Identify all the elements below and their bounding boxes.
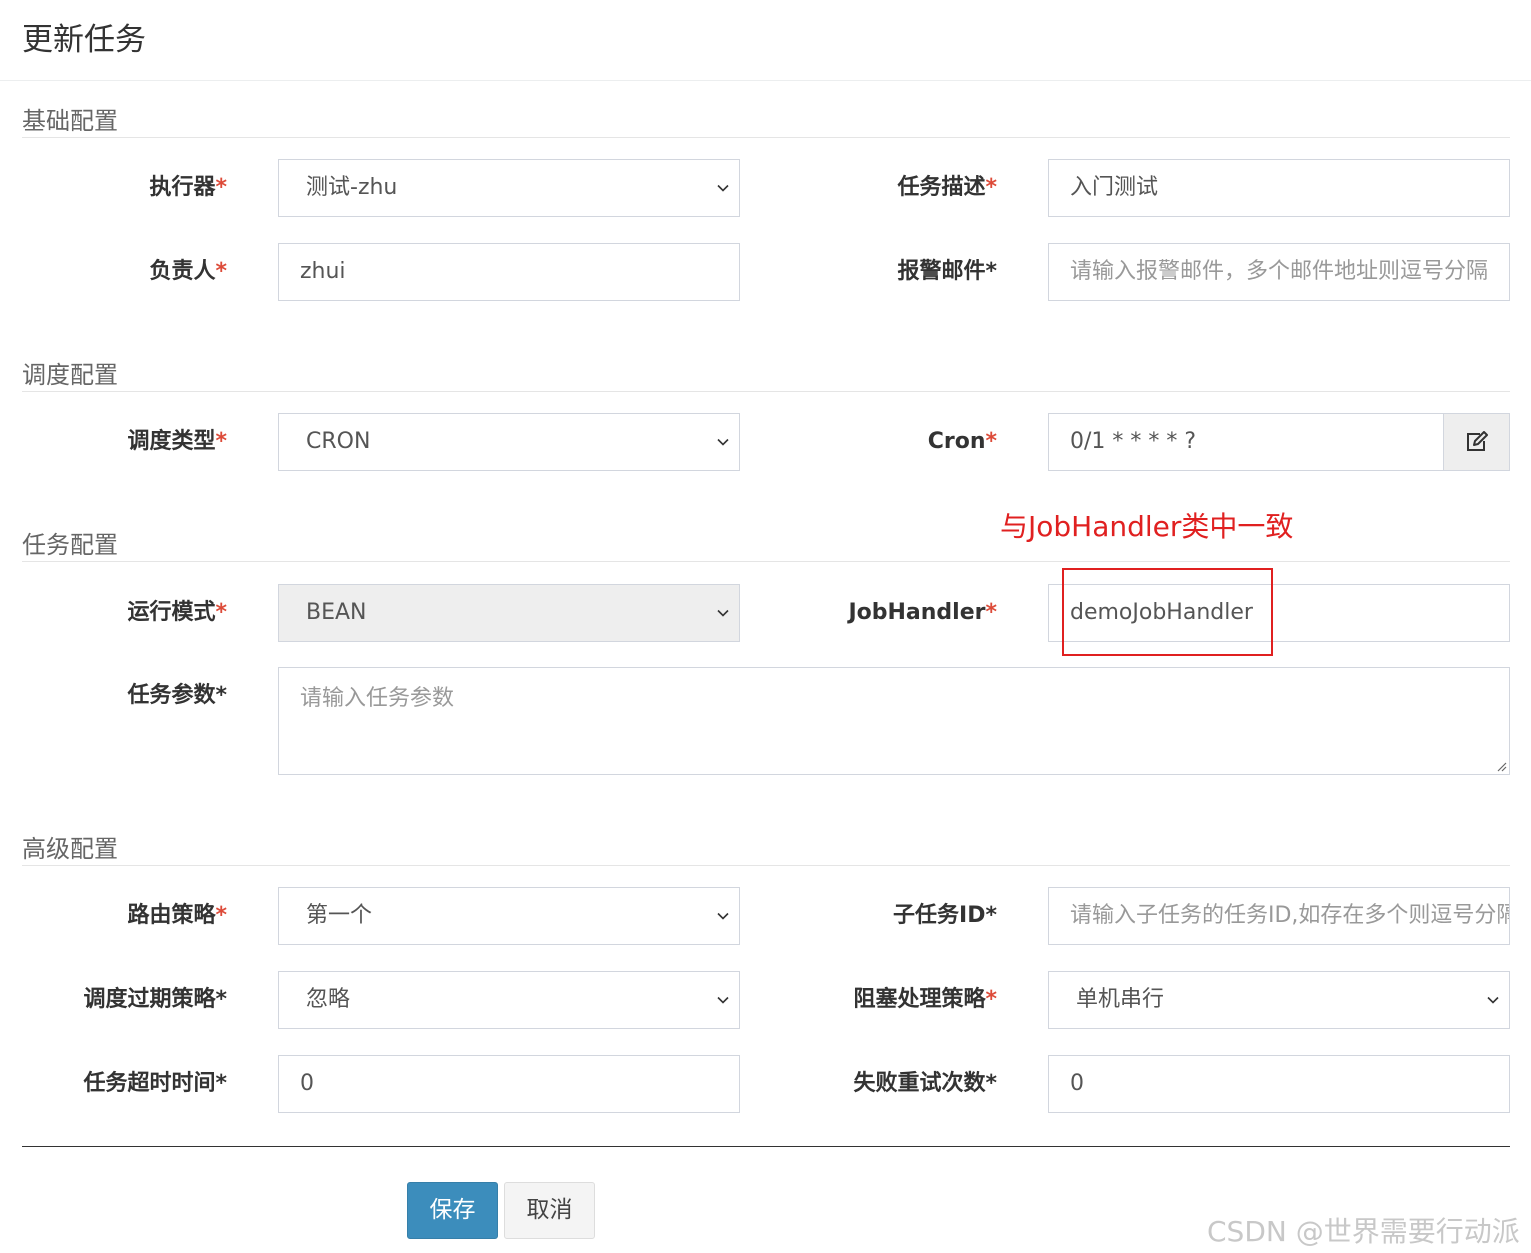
- job-param-placeholder: 请输入任务参数: [300, 686, 455, 711]
- chevron-down-icon: [717, 438, 729, 446]
- header-divider: [0, 80, 1531, 81]
- schedule-type-value: CRON: [306, 429, 371, 454]
- child-job-id-label: 子任务ID*: [893, 903, 997, 928]
- author-label: 负责人*: [149, 259, 227, 284]
- fail-retry-label: 失败重试次数*: [853, 1071, 997, 1096]
- job-desc-label: 任务描述*: [897, 175, 997, 200]
- glue-type-select[interactable]: BEAN: [278, 584, 740, 642]
- annotation-highlight-box: [1062, 568, 1273, 656]
- misfire-strategy-value: 忽略: [306, 987, 351, 1012]
- alarm-email-input[interactable]: 请输入报警邮件，多个邮件地址则逗号分隔: [1048, 243, 1510, 301]
- watermark: CSDN @世界需要行动派: [1207, 1215, 1520, 1248]
- executor-value: 测试-zhu: [306, 175, 398, 200]
- author-input[interactable]: zhui: [278, 243, 740, 301]
- alarm-email-label: 报警邮件*: [897, 259, 997, 284]
- child-job-id-placeholder: 请输入子任务的任务ID,如存在多个则逗号分隔: [1070, 903, 1510, 928]
- child-job-id-input[interactable]: 请输入子任务的任务ID,如存在多个则逗号分隔: [1048, 887, 1510, 945]
- save-button[interactable]: 保存: [407, 1182, 498, 1239]
- misfire-strategy-label: 调度过期策略*: [83, 987, 227, 1012]
- cron-edit-button[interactable]: [1443, 413, 1510, 471]
- chevron-down-icon: [717, 184, 729, 192]
- section-task-title: 任务配置: [22, 532, 1510, 562]
- modal-title: 更新任务: [22, 22, 146, 58]
- misfire-strategy-select[interactable]: 忽略: [278, 971, 740, 1029]
- cron-label: Cron*: [927, 429, 997, 454]
- job-param-label: 任务参数*: [127, 683, 227, 708]
- chevron-down-icon: [717, 912, 729, 920]
- block-strategy-select[interactable]: 单机串行: [1048, 971, 1510, 1029]
- glue-type-label: 运行模式*: [127, 600, 227, 625]
- fail-retry-input[interactable]: 0: [1048, 1055, 1510, 1113]
- schedule-type-select[interactable]: CRON: [278, 413, 740, 471]
- resize-grip-icon[interactable]: [1495, 760, 1507, 772]
- executor-select[interactable]: 测试-zhu: [278, 159, 740, 217]
- schedule-type-label: 调度类型*: [127, 429, 227, 454]
- chevron-down-icon: [717, 609, 729, 617]
- chevron-down-icon: [717, 996, 729, 1004]
- job-desc-input[interactable]: 入门测试: [1048, 159, 1510, 217]
- glue-type-value: BEAN: [306, 600, 367, 625]
- footer-divider: [22, 1146, 1510, 1147]
- section-advanced-title: 高级配置: [22, 836, 1510, 866]
- executor-label: 执行器*: [149, 175, 227, 200]
- cron-input[interactable]: 0/1 * * * * ?: [1048, 413, 1444, 471]
- job-handler-label: JobHandler*: [848, 600, 997, 625]
- section-schedule-title: 调度配置: [22, 362, 1510, 392]
- route-strategy-label: 路由策略*: [127, 903, 227, 928]
- route-strategy-select[interactable]: 第一个: [278, 887, 740, 945]
- chevron-down-icon: [1487, 996, 1499, 1004]
- block-strategy-value: 单机串行: [1076, 987, 1165, 1012]
- job-param-textarea[interactable]: 请输入任务参数: [278, 667, 1510, 775]
- cancel-button[interactable]: 取消: [504, 1182, 595, 1239]
- alarm-email-placeholder: 请输入报警邮件，多个邮件地址则逗号分隔: [1070, 259, 1489, 284]
- section-basic-title: 基础配置: [22, 108, 1510, 138]
- timeout-input[interactable]: 0: [278, 1055, 740, 1113]
- timeout-label: 任务超时时间*: [83, 1071, 227, 1096]
- route-strategy-value: 第一个: [306, 903, 373, 928]
- edit-icon: [1467, 431, 1488, 451]
- block-strategy-label: 阻塞处理策略*: [853, 987, 997, 1012]
